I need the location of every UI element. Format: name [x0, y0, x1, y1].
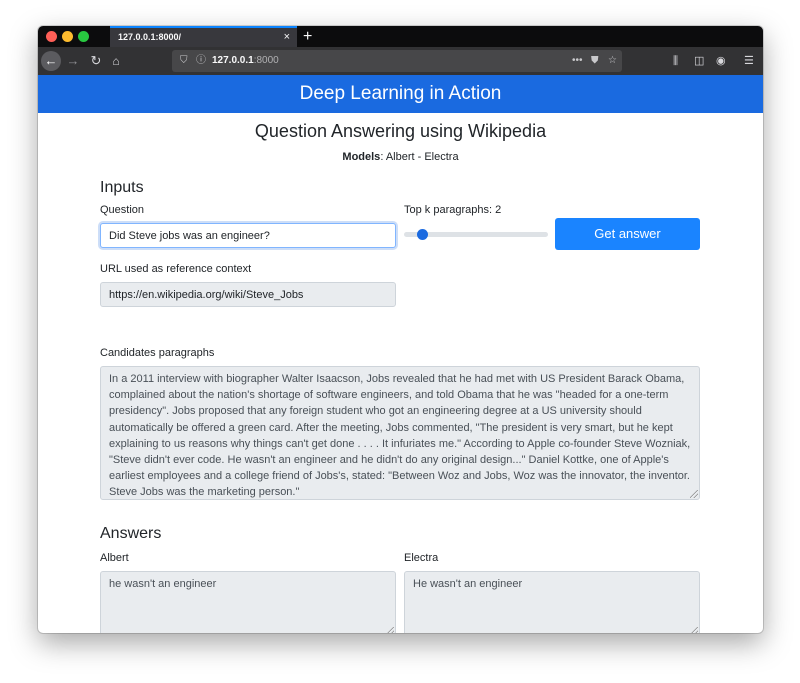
address-bar[interactable]: ⛉ ⓘ 127.0.0.1:8000 ••• ⛊ ☆: [172, 50, 622, 72]
home-icon[interactable]: ⌂: [109, 47, 123, 75]
sidebar-icon[interactable]: ◫: [694, 47, 704, 75]
albert-label: Albert: [100, 552, 129, 564]
minimize-window-icon[interactable]: [62, 31, 73, 42]
account-icon[interactable]: ◉: [716, 47, 726, 75]
back-icon[interactable]: ←: [41, 51, 61, 71]
main-content: Question Answering using Wikipedia Model…: [38, 113, 763, 633]
resize-grip-icon[interactable]: [386, 627, 394, 633]
pocket-icon[interactable]: ⛊: [591, 50, 599, 72]
reload-icon[interactable]: ↻: [89, 47, 103, 75]
browser-toolbar: ← → ↻ ⌂ ⛉ ⓘ 127.0.0.1:8000 ••• ⛊ ☆ ⫼ ◫ ◉…: [38, 47, 763, 75]
tab-close-icon[interactable]: ×: [284, 31, 290, 43]
topk-label: Top k paragraphs: 2: [404, 204, 502, 216]
info-icon[interactable]: ⓘ: [196, 50, 206, 72]
models-line: Models: Albert - Electra: [38, 151, 763, 163]
electra-answer-text: He wasn't an engineer: [413, 578, 523, 590]
inputs-section-title: Inputs: [100, 179, 144, 196]
topk-slider-thumb[interactable]: [417, 229, 428, 240]
candidates-text: In a 2011 interview with biographer Walt…: [109, 373, 691, 499]
get-answer-button[interactable]: Get answer: [555, 218, 700, 250]
browser-window: 127.0.0.1:8000/ × + ← → ↻ ⌂ ⛉ ⓘ 127.0.0.…: [38, 26, 763, 633]
zoom-window-icon[interactable]: [78, 31, 89, 42]
models-value: : Albert - Electra: [380, 151, 459, 163]
url-text: 127.0.0.1:8000: [212, 50, 279, 72]
close-window-icon[interactable]: [46, 31, 57, 42]
shield-icon[interactable]: ⛉: [180, 50, 188, 72]
answers-section-title: Answers: [100, 525, 162, 542]
browser-tab[interactable]: 127.0.0.1:8000/ ×: [110, 26, 297, 47]
question-label: Question: [100, 204, 145, 216]
forward-icon[interactable]: →: [65, 47, 81, 75]
resize-grip-icon[interactable]: [690, 490, 698, 498]
question-input[interactable]: Did Steve jobs was an engineer?: [100, 223, 396, 248]
electra-label: Electra: [404, 552, 439, 564]
page-title: Question Answering using Wikipedia: [254, 121, 547, 141]
new-tab-icon[interactable]: +: [303, 26, 312, 47]
url-port: :8000: [253, 55, 279, 66]
electra-answer-textarea[interactable]: He wasn't an engineer: [404, 571, 700, 633]
resize-grip-icon[interactable]: [690, 627, 698, 633]
bookmark-star-icon[interactable]: ☆: [608, 50, 617, 72]
candidates-label: Candidates paragraphs: [100, 347, 215, 359]
albert-answer-textarea[interactable]: he wasn't an engineer: [100, 571, 396, 633]
page-actions-icon[interactable]: •••: [572, 50, 583, 72]
app-header: Deep Learning in Action: [38, 75, 763, 113]
url-host: 127.0.0.1: [212, 55, 254, 66]
candidates-textarea[interactable]: In a 2011 interview with biographer Walt…: [100, 366, 700, 500]
url-field[interactable]: https://en.wikipedia.org/wiki/Steve_Jobs: [100, 282, 396, 307]
url-label: URL used as reference context: [100, 263, 252, 275]
albert-answer-text: he wasn't an engineer: [109, 578, 217, 590]
models-label: Models: [342, 151, 381, 163]
tab-title: 127.0.0.1:8000/: [118, 32, 182, 42]
menu-icon[interactable]: ☰: [744, 47, 754, 75]
tab-bar: 127.0.0.1:8000/ × +: [38, 26, 763, 47]
library-icon[interactable]: ⫼: [673, 47, 678, 75]
